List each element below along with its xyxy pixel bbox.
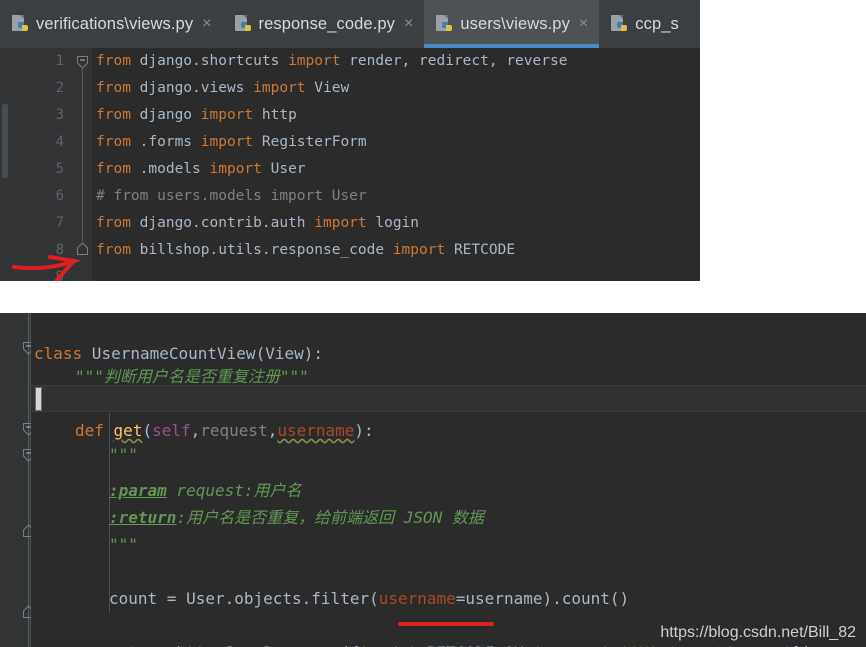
tab-label: ccp_s — [635, 14, 679, 33]
text-caret — [36, 388, 41, 410]
scrollbar-thumb[interactable] — [2, 104, 8, 178]
tab-users-views[interactable]: users\views.py × — [424, 0, 600, 48]
editor-tab-bar: verifications\views.py × response_code.p… — [0, 0, 700, 48]
tab-verifications-views[interactable]: verifications\views.py × — [0, 0, 223, 48]
tab-response-code[interactable]: response_code.py × — [222, 0, 425, 48]
fold-collapse-icon[interactable] — [77, 56, 88, 69]
python-file-icon — [611, 14, 628, 34]
code-comment: # from users.models import User — [96, 188, 367, 204]
code-line-8: from billshop.utils.response_code import… — [96, 242, 516, 258]
top-code-editor[interactable]: 1 2 3 4 5 6 7 8 9 from django.shortcuts … — [0, 48, 700, 281]
close-icon[interactable]: × — [200, 16, 211, 32]
tab-label: response_code.py — [258, 14, 395, 33]
line-number: 7 — [55, 215, 64, 231]
fold-end-icon[interactable] — [77, 242, 88, 255]
code-line-docstring-close: """ — [109, 535, 138, 554]
code-line-2: from django.views import View — [96, 80, 350, 96]
top-code-text-area[interactable]: from django.shortcuts import render, red… — [92, 48, 700, 281]
code-line-docstring-param: :param request:用户名 — [109, 481, 302, 500]
line-number: 8 — [55, 242, 64, 258]
bottom-code-text-area[interactable]: class UsernameCountView(View): """判断用户名是… — [31, 313, 866, 647]
code-line-def-get: def get(self,request,username): — [75, 421, 374, 440]
watermark-text: https://blog.csdn.net/Bill_82 — [660, 624, 856, 641]
line-number-gutter: 1 2 3 4 5 6 7 8 9 — [10, 48, 74, 281]
python-file-icon — [12, 14, 29, 34]
code-line-1: from django.shortcuts import render, red… — [96, 53, 568, 69]
code-line-3: from django import http — [96, 107, 297, 123]
tab-label: users\views.py — [460, 14, 570, 33]
line-number: 5 — [55, 161, 64, 177]
code-line-5: from .models import User — [96, 161, 306, 177]
code-line-class-docstring: """判断用户名是否重复注册""" — [75, 367, 309, 386]
editor-scrollbar-left[interactable] — [0, 48, 10, 281]
python-file-icon — [436, 14, 453, 34]
tab-ccp-s[interactable]: ccp_s — [599, 0, 690, 48]
bottom-editor-left-strip — [0, 313, 17, 647]
top-editor-panel: verifications\views.py × response_code.p… — [0, 0, 700, 281]
code-line-6: # from users.models import User — [96, 183, 367, 210]
red-underline-annotation — [398, 622, 494, 626]
line-number: 4 — [55, 134, 64, 150]
line-number: 6 — [55, 188, 64, 204]
close-icon[interactable]: × — [402, 16, 413, 32]
close-icon[interactable]: × — [577, 16, 588, 32]
code-line-4: from .forms import RegisterForm — [96, 134, 367, 150]
line-number: 9 — [55, 269, 64, 281]
code-line-docstring-open: """ — [109, 445, 138, 464]
line-number: 1 — [55, 53, 64, 69]
code-folding-column[interactable] — [74, 48, 93, 281]
code-line-docstring-return: :return:用户名是否重复，给前端返回 JSON 数据 — [109, 508, 484, 527]
code-line-7: from django.contrib.auth import login — [96, 215, 420, 231]
line-number: 2 — [55, 80, 64, 96]
code-line-count-assign: count = User.objects.filter(username=use… — [109, 589, 630, 608]
line-number: 3 — [55, 107, 64, 123]
bottom-folding-gutter[interactable] — [17, 313, 34, 647]
bottom-editor-panel: class UsernameCountView(View): """判断用户名是… — [0, 313, 866, 647]
python-file-icon — [234, 14, 252, 34]
tab-label: verifications\views.py — [36, 14, 194, 33]
